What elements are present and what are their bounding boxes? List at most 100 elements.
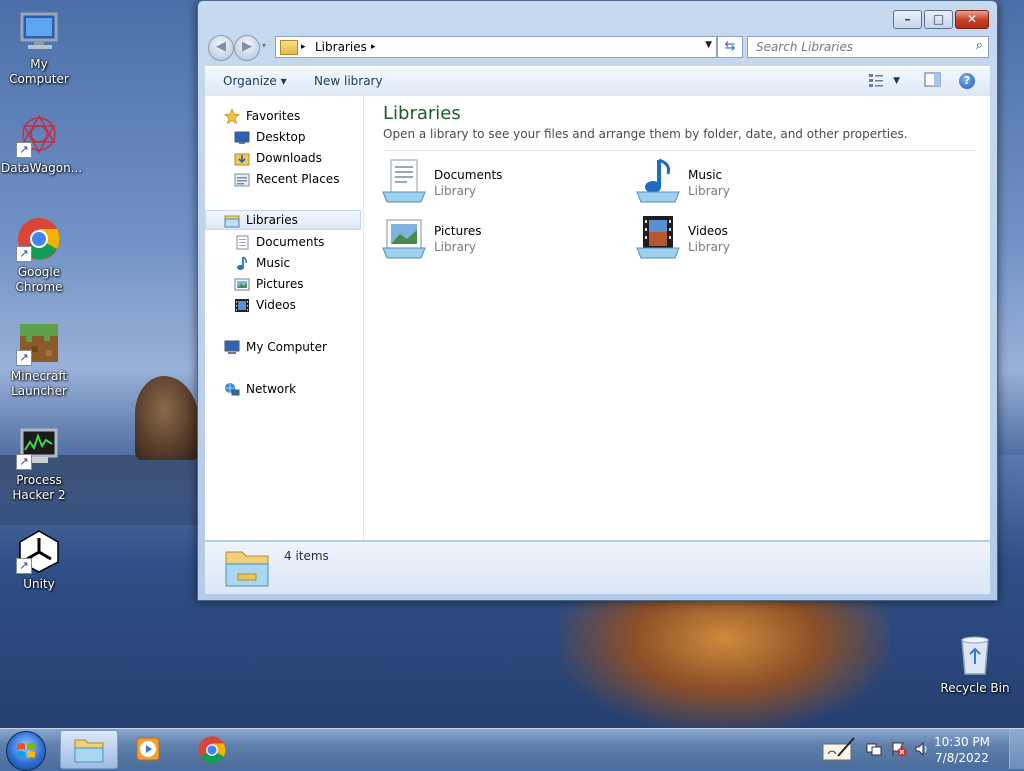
libraries-folder-icon bbox=[280, 40, 298, 55]
forward-button[interactable]: ▶ bbox=[234, 35, 260, 61]
taskbar-media-player[interactable] bbox=[122, 730, 178, 767]
refresh-button[interactable]: ⇆ bbox=[717, 36, 743, 58]
explorer-window[interactable]: – □ ✕ ◀ ▶ ▾ ▸ Libraries ▸ ▼ ⇆ Search Lib… bbox=[197, 0, 998, 601]
nav-pictures[interactable]: Pictures bbox=[234, 274, 304, 294]
chrome-icon bbox=[198, 736, 226, 764]
documents-library-icon bbox=[381, 158, 427, 204]
maximize-button[interactable]: □ bbox=[924, 10, 953, 29]
start-button[interactable] bbox=[6, 731, 46, 771]
library-documents[interactable]: Documents Library bbox=[381, 158, 611, 206]
back-button[interactable]: ◀ bbox=[208, 35, 234, 61]
shortcut-arrow-icon: ↗ bbox=[16, 142, 32, 158]
change-view-icon[interactable] bbox=[868, 72, 886, 88]
library-videos[interactable]: Videos Library bbox=[635, 214, 865, 262]
recycle-bin-icon bbox=[952, 632, 998, 678]
folder-icon bbox=[74, 739, 104, 763]
shortcut-arrow-icon: ↗ bbox=[16, 454, 32, 470]
nav-libraries[interactable]: Libraries bbox=[205, 210, 361, 230]
computer-icon bbox=[224, 340, 240, 355]
shortcut-arrow-icon: ↗ bbox=[16, 246, 32, 262]
help-button[interactable]: ? bbox=[959, 73, 975, 89]
nav-recent-places[interactable]: Recent Places bbox=[234, 169, 339, 189]
downloads-folder-icon bbox=[234, 151, 250, 166]
address-dropdown-icon[interactable]: ▼ bbox=[705, 40, 712, 50]
process-hacker-icon: ↗ bbox=[16, 424, 62, 470]
refresh-icon: ⇆ bbox=[724, 39, 736, 54]
network-status-icon[interactable] bbox=[866, 741, 882, 760]
breadcrumb-separator: ▸ bbox=[301, 42, 306, 52]
desktop-icon-datawagon[interactable]: ↗ DataWagon... bbox=[1, 112, 82, 176]
library-pictures[interactable]: Pictures Library bbox=[381, 214, 611, 262]
breadcrumb-libraries[interactable]: Libraries bbox=[315, 40, 367, 54]
taskbar-chrome[interactable] bbox=[184, 730, 240, 767]
navigation-bar: ◀ ▶ ▾ ▸ Libraries ▸ ▼ ⇆ Search Libraries… bbox=[206, 35, 989, 61]
back-arrow-icon: ◀ bbox=[216, 39, 226, 54]
pictures-library-icon bbox=[381, 214, 427, 260]
search-icon[interactable]: ⌕ bbox=[976, 38, 983, 53]
navigation-pane: Favorites Desktop Downloads Recent Place… bbox=[205, 96, 364, 540]
desktop-icon-my-computer[interactable]: My Computer bbox=[1, 8, 77, 87]
library-list: Libraries Open a library to see your fil… bbox=[381, 96, 990, 540]
computer-icon bbox=[16, 8, 62, 54]
tray-pen-icon[interactable] bbox=[822, 736, 856, 765]
page-subtitle: Open a library to see your files and arr… bbox=[383, 127, 908, 141]
new-library-button[interactable]: New library bbox=[314, 74, 383, 88]
divider bbox=[383, 150, 976, 151]
music-icon bbox=[234, 255, 250, 271]
nav-downloads[interactable]: Downloads bbox=[234, 148, 322, 168]
search-input[interactable]: Search Libraries bbox=[756, 40, 853, 54]
chrome-icon: ↗ bbox=[16, 216, 62, 262]
videos-icon bbox=[234, 298, 250, 313]
nav-favorites[interactable]: Favorites bbox=[224, 106, 300, 126]
search-box[interactable]: Search Libraries ⌕ bbox=[747, 36, 989, 58]
taskbar: 10:30 PM 7/8/2022 bbox=[0, 728, 1024, 771]
recent-places-icon bbox=[234, 172, 250, 187]
windows-logo-icon bbox=[17, 743, 35, 758]
desktop-icon-minecraft-launcher[interactable]: ↗ Minecraft Launcher bbox=[1, 320, 77, 399]
window-controls: – □ ✕ bbox=[891, 10, 989, 29]
pictures-icon bbox=[234, 277, 250, 292]
nav-network[interactable]: Network bbox=[224, 379, 296, 399]
shortcut-arrow-icon: ↗ bbox=[16, 350, 32, 366]
nav-videos[interactable]: Videos bbox=[234, 295, 296, 315]
nav-music[interactable]: Music bbox=[234, 253, 290, 273]
desktop-wallpaper-reflection bbox=[560, 600, 890, 730]
clock[interactable]: 10:30 PM 7/8/2022 bbox=[927, 734, 997, 766]
videos-library-icon bbox=[635, 214, 681, 260]
item-count: 4 items bbox=[284, 549, 329, 563]
nav-documents[interactable]: Documents bbox=[234, 232, 324, 252]
desktop-icon-unity[interactable]: ↗ Unity bbox=[1, 528, 77, 592]
desktop-wallpaper-rock bbox=[135, 376, 199, 460]
libraries-icon bbox=[224, 213, 240, 228]
view-options-dropdown-icon[interactable]: ▼ bbox=[893, 76, 900, 86]
page-title: Libraries bbox=[383, 103, 461, 124]
media-player-icon bbox=[136, 737, 160, 761]
library-music[interactable]: Music Library bbox=[635, 158, 865, 206]
desktop-icon-recycle-bin[interactable]: Recycle Bin bbox=[937, 632, 1013, 696]
desktop-icon-process-hacker[interactable]: ↗ Process Hacker 2 bbox=[1, 424, 77, 503]
recent-pages-dropdown[interactable]: ▾ bbox=[262, 41, 266, 50]
taskbar-explorer[interactable] bbox=[60, 730, 118, 769]
breadcrumb-separator[interactable]: ▸ bbox=[371, 42, 376, 52]
details-pane: 4 items bbox=[205, 541, 990, 594]
show-desktop-button[interactable] bbox=[1009, 729, 1024, 769]
preview-pane-icon[interactable] bbox=[924, 72, 942, 88]
network-icon bbox=[224, 382, 240, 397]
datawagon-icon: ↗ bbox=[16, 112, 62, 158]
nav-desktop[interactable]: Desktop bbox=[234, 127, 306, 147]
shortcut-arrow-icon: ↗ bbox=[16, 558, 32, 574]
desktop-icon-google-chrome[interactable]: ↗ Google Chrome bbox=[1, 216, 77, 295]
nav-my-computer[interactable]: My Computer bbox=[224, 337, 327, 357]
star-icon bbox=[224, 107, 240, 124]
close-button[interactable]: ✕ bbox=[955, 10, 989, 29]
unity-icon: ↗ bbox=[16, 528, 62, 574]
action-center-warning-icon[interactable] bbox=[891, 741, 907, 760]
address-bar[interactable]: ▸ Libraries ▸ ▼ bbox=[275, 36, 717, 58]
clock-time: 10:30 PM bbox=[934, 735, 990, 749]
organize-button[interactable]: Organize ▾ bbox=[223, 74, 287, 88]
documents-icon bbox=[234, 235, 250, 250]
clock-date: 7/8/2022 bbox=[935, 751, 989, 765]
minecraft-icon: ↗ bbox=[16, 320, 62, 366]
forward-arrow-icon: ▶ bbox=[242, 39, 252, 54]
minimize-button[interactable]: – bbox=[893, 10, 922, 29]
